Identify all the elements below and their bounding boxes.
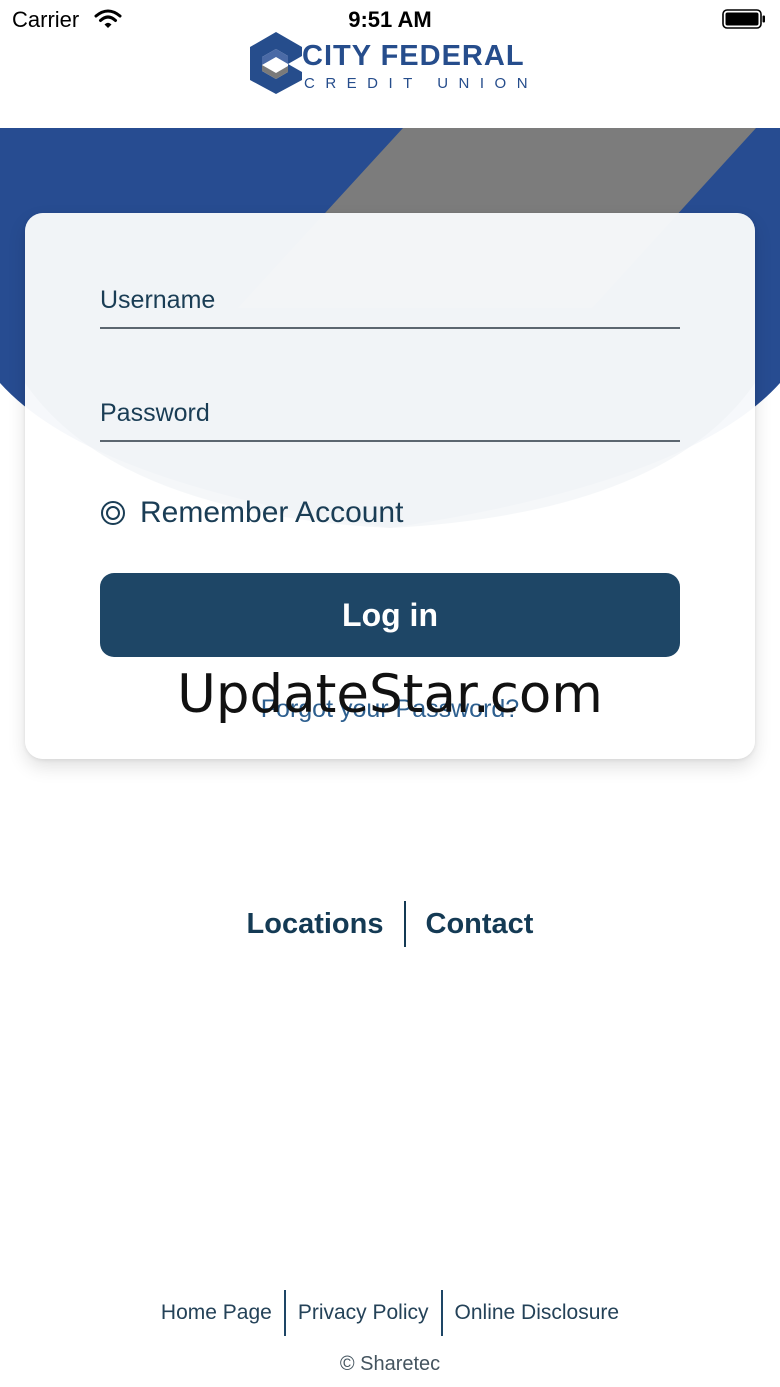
online-disclosure-link[interactable]: Online Disclosure <box>443 1301 632 1325</box>
remember-account-toggle[interactable]: Remember Account <box>100 493 403 533</box>
brand-subtitle: CREDIT UNION <box>304 75 539 92</box>
quick-links: Locations Contact <box>0 900 780 948</box>
privacy-policy-link[interactable]: Privacy Policy <box>286 1301 441 1325</box>
footer-links: Home Page Privacy Policy Online Disclosu… <box>0 1290 780 1336</box>
username-input[interactable] <box>100 286 680 315</box>
contact-link[interactable]: Contact <box>406 908 554 941</box>
brand-name: CITY FEDERAL <box>302 40 525 72</box>
copyright-text: © Sharetec <box>339 1353 441 1375</box>
login-button[interactable]: Log in <box>100 573 680 657</box>
password-field[interactable] <box>100 382 680 442</box>
brand-logo: CITY FEDERAL CREDIT UNION <box>248 30 538 100</box>
battery-icon <box>722 9 765 29</box>
cfcu-hexagon-logo-icon <box>250 32 302 94</box>
password-input[interactable] <box>100 399 680 428</box>
forgot-password-link[interactable]: Forgot your Password? <box>25 695 755 724</box>
home-page-link[interactable]: Home Page <box>149 1301 284 1325</box>
login-card: Remember Account Log in Forgot your Pass… <box>25 213 755 759</box>
locations-link[interactable]: Locations <box>227 908 404 941</box>
remember-account-label[interactable]: Remember Account <box>140 496 403 530</box>
radio-unchecked-icon[interactable] <box>100 500 126 526</box>
username-field[interactable] <box>100 269 680 329</box>
